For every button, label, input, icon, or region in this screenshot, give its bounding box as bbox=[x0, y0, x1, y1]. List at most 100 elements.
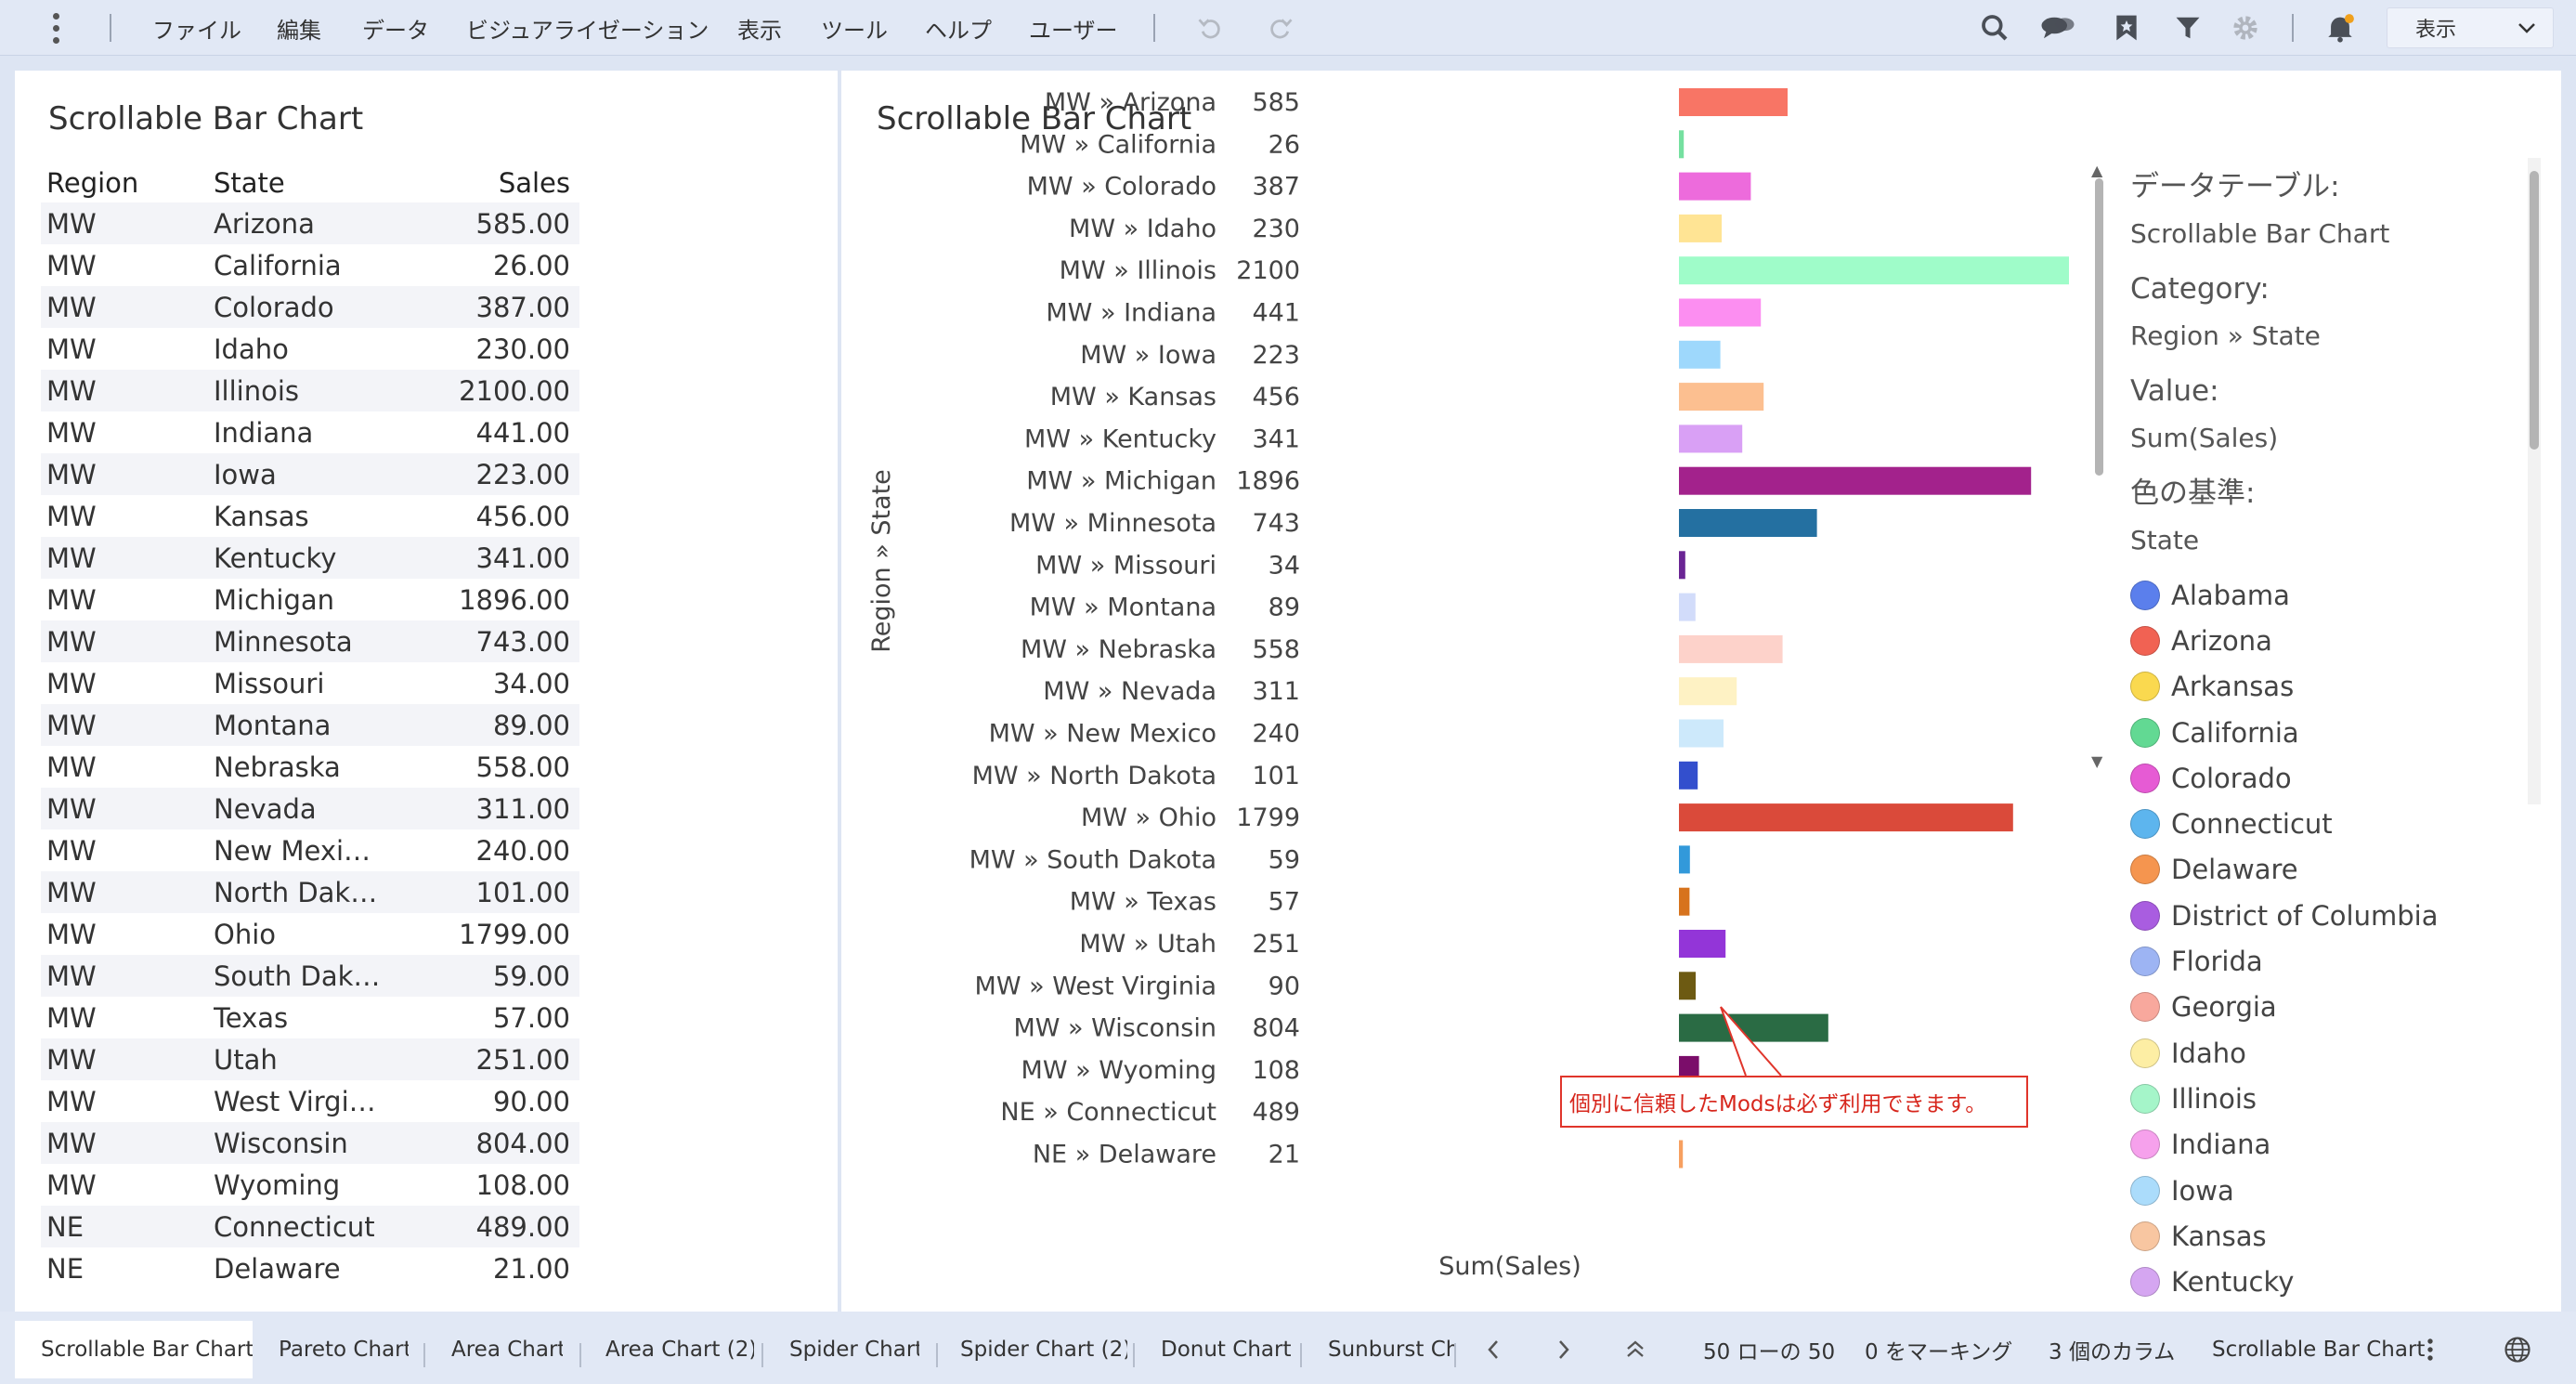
legend-item[interactable]: Kentucky bbox=[2130, 1259, 2520, 1297]
table-row[interactable]: MW Wisconsin 804.00 bbox=[41, 1122, 579, 1164]
bar[interactable] bbox=[1679, 845, 1690, 874]
legend-item[interactable]: Illinois bbox=[2130, 1076, 2520, 1121]
comments-icon[interactable] bbox=[2039, 0, 2076, 56]
table-row[interactable]: MW North Dak… 101.00 bbox=[41, 871, 579, 913]
bar[interactable] bbox=[1679, 1140, 1684, 1169]
table-row[interactable]: MW Missouri 34.00 bbox=[41, 662, 579, 704]
menu-file[interactable]: ファイル bbox=[152, 0, 241, 56]
table-row[interactable]: MW Ohio 1799.00 bbox=[41, 913, 579, 955]
tab-donut-chart[interactable]: Donut Chart bbox=[1161, 1321, 1291, 1378]
status-more-icon[interactable] bbox=[2426, 1321, 2435, 1378]
legend-scroll-down-icon[interactable]: ▼ bbox=[2091, 752, 2102, 770]
globe-icon[interactable] bbox=[2504, 1321, 2531, 1378]
bar[interactable] bbox=[1679, 634, 1783, 663]
table-row[interactable]: MW Utah 251.00 bbox=[41, 1038, 579, 1080]
table-row[interactable]: NE Delaware 21.00 bbox=[41, 1247, 579, 1289]
table-row[interactable]: MW Arizona 585.00 bbox=[41, 202, 579, 244]
bar[interactable] bbox=[1679, 256, 2069, 285]
bar[interactable] bbox=[1679, 298, 1762, 327]
tab-spider-chart-2[interactable]: Spider Chart (2) bbox=[960, 1321, 1127, 1378]
table-row[interactable]: MW Kentucky 341.00 bbox=[41, 537, 579, 579]
gear-icon[interactable] bbox=[2227, 0, 2264, 56]
legend-item[interactable]: Alabama bbox=[2130, 572, 2520, 618]
menu-edit[interactable]: 編集 bbox=[277, 0, 321, 56]
table-row[interactable]: MW Minnesota 743.00 bbox=[41, 620, 579, 662]
menu-tools[interactable]: ツール bbox=[821, 0, 888, 56]
bar[interactable] bbox=[1679, 551, 1685, 580]
notification-bell-icon[interactable] bbox=[2322, 0, 2359, 56]
legend-item[interactable]: Georgia bbox=[2130, 985, 2520, 1030]
legend-item[interactable]: Arkansas bbox=[2130, 664, 2520, 710]
table-row[interactable]: MW California 26.00 bbox=[41, 244, 579, 286]
table-row[interactable]: NE Connecticut 489.00 bbox=[41, 1206, 579, 1247]
legend-item[interactable]: Delaware bbox=[2130, 847, 2520, 893]
tab-scroll-right-icon[interactable] bbox=[1555, 1321, 1573, 1378]
bar[interactable] bbox=[1679, 466, 2032, 495]
legend-item[interactable]: Connecticut bbox=[2130, 801, 2520, 846]
menu-user[interactable]: ユーザー bbox=[1029, 0, 1118, 56]
view-dropdown[interactable]: 表示 bbox=[2387, 7, 2554, 48]
panel-scrollbar-thumb[interactable] bbox=[2530, 171, 2539, 450]
legend-item[interactable]: District of Columbia bbox=[2130, 893, 2520, 938]
bar[interactable] bbox=[1679, 761, 1698, 790]
tab-spider-chart[interactable]: Spider Chart bbox=[789, 1321, 919, 1378]
bar[interactable] bbox=[1679, 383, 1764, 411]
redo-icon[interactable] bbox=[1261, 0, 1298, 56]
column-header-state[interactable]: State bbox=[214, 167, 412, 199]
bar[interactable] bbox=[1679, 340, 1721, 369]
table-row[interactable]: MW Illinois 2100.00 bbox=[41, 370, 579, 411]
bar[interactable] bbox=[1679, 803, 2013, 832]
main-menu-icon[interactable] bbox=[45, 0, 67, 56]
table-row[interactable]: MW Iowa 223.00 bbox=[41, 453, 579, 495]
legend-item[interactable]: Kansas bbox=[2130, 1213, 2520, 1259]
tab-scrollable-bar-chart[interactable]: Scrollable Bar Chart bbox=[15, 1321, 253, 1378]
tab-sunburst-chart[interactable]: Sunburst Chart bbox=[1328, 1321, 1454, 1378]
bar[interactable] bbox=[1679, 887, 1690, 916]
legend-item[interactable]: Indiana bbox=[2130, 1122, 2520, 1168]
bar[interactable] bbox=[1679, 424, 1743, 453]
bar[interactable] bbox=[1679, 593, 1696, 621]
bar[interactable] bbox=[1679, 509, 1817, 537]
bar[interactable] bbox=[1679, 972, 1696, 1000]
bookmark-icon[interactable] bbox=[2108, 0, 2145, 56]
bar[interactable] bbox=[1679, 88, 1788, 116]
tab-pareto-chart[interactable]: Pareto Chart bbox=[279, 1321, 409, 1378]
table-row[interactable]: MW Nevada 311.00 bbox=[41, 788, 579, 829]
table-row[interactable]: MW West Virgi… 90.00 bbox=[41, 1080, 579, 1122]
table-row[interactable]: MW South Dak… 59.00 bbox=[41, 955, 579, 997]
legend-item[interactable]: Idaho bbox=[2130, 1030, 2520, 1076]
legend-item[interactable]: California bbox=[2130, 710, 2520, 755]
bar[interactable] bbox=[1679, 130, 1685, 159]
menu-visualization[interactable]: ビジュアライゼーション bbox=[466, 0, 709, 56]
table-row[interactable]: MW Wyoming 108.00 bbox=[41, 1164, 579, 1206]
legend-item[interactable]: Colorado bbox=[2130, 755, 2520, 801]
table-row[interactable]: MW Idaho 230.00 bbox=[41, 328, 579, 370]
bar[interactable] bbox=[1679, 172, 1751, 201]
column-header-region[interactable]: Region bbox=[41, 167, 214, 199]
legend-scroll-up-icon[interactable]: ▲ bbox=[2091, 162, 2102, 179]
legend-item[interactable]: Arizona bbox=[2130, 618, 2520, 663]
tab-area-chart-2[interactable]: Area Chart (2) bbox=[605, 1321, 754, 1378]
table-row[interactable]: MW Indiana 441.00 bbox=[41, 411, 579, 453]
legend-item[interactable]: Florida bbox=[2130, 938, 2520, 984]
menu-help[interactable]: ヘルプ bbox=[925, 0, 992, 56]
table-row[interactable]: MW Michigan 1896.00 bbox=[41, 579, 579, 620]
table-row[interactable]: MW Kansas 456.00 bbox=[41, 495, 579, 537]
tab-area-chart[interactable]: Area Chart bbox=[451, 1321, 563, 1378]
table-row[interactable]: MW Colorado 387.00 bbox=[41, 286, 579, 328]
menu-view[interactable]: 表示 bbox=[737, 0, 782, 56]
menu-data[interactable]: データ bbox=[362, 0, 429, 56]
table-row[interactable]: MW Texas 57.00 bbox=[41, 997, 579, 1038]
table-row[interactable]: MW Nebraska 558.00 bbox=[41, 746, 579, 788]
bar[interactable] bbox=[1679, 677, 1737, 706]
table-row[interactable]: MW Montana 89.00 bbox=[41, 704, 579, 746]
table-row[interactable]: MW New Mexi… 240.00 bbox=[41, 829, 579, 871]
legend-color-by-value[interactable]: State bbox=[2130, 516, 2520, 565]
bar[interactable] bbox=[1679, 930, 1726, 958]
data-table[interactable]: Region State Sales MW Arizona 585.00 MW Cali… bbox=[41, 163, 579, 1289]
bar[interactable] bbox=[1679, 719, 1724, 748]
legend-item[interactable]: Iowa bbox=[2130, 1168, 2520, 1213]
search-icon[interactable] bbox=[1976, 0, 2013, 56]
column-header-sales[interactable]: Sales bbox=[412, 167, 579, 199]
bar[interactable] bbox=[1679, 214, 1722, 242]
